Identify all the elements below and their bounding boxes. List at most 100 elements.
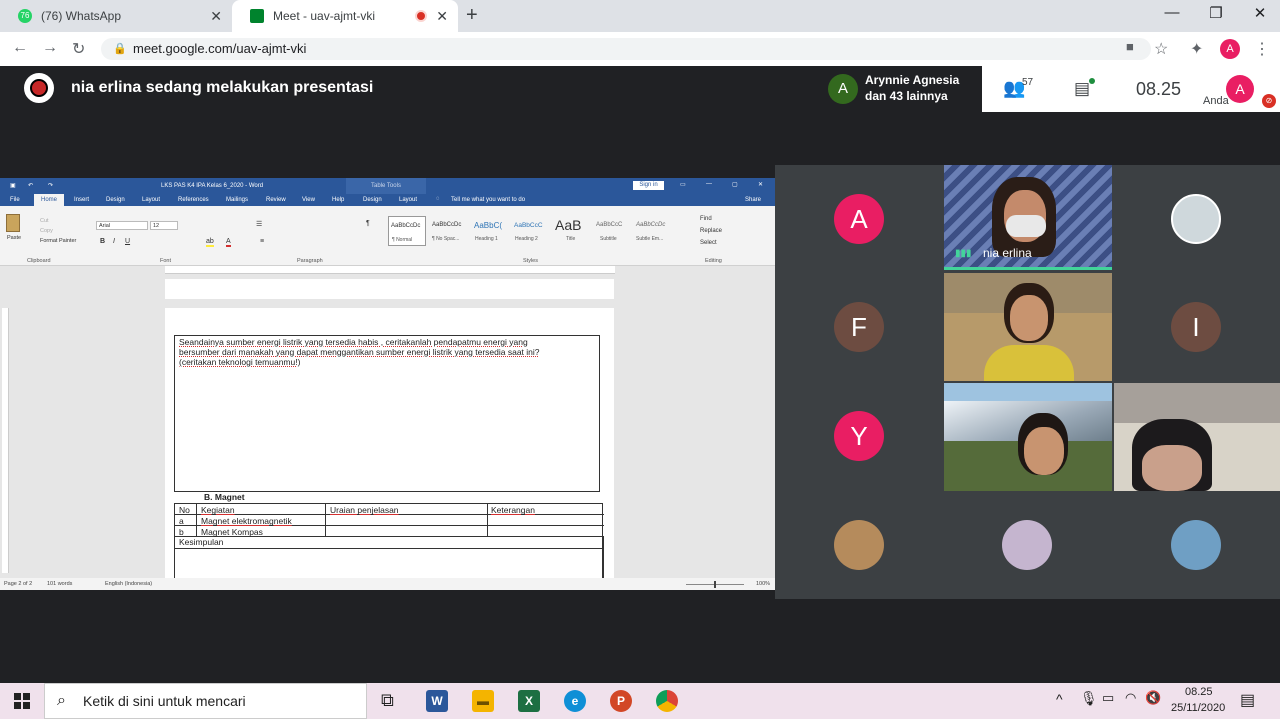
format-painter-button[interactable]: Format Painter [40,238,76,244]
participant-photo[interactable] [1171,194,1221,244]
edge-icon[interactable]: e [564,690,586,712]
tab-table-layout[interactable]: Layout [399,197,417,203]
tab-review[interactable]: Review [266,197,286,203]
maximize-icon[interactable]: ▢ [732,181,738,188]
redo-icon[interactable]: ↷ [48,182,53,189]
restore-button[interactable]: ❐ [1196,4,1236,22]
participant-video[interactable] [944,273,1112,381]
chrome-icon[interactable] [656,690,678,712]
task-view-icon[interactable]: ⧉ [381,690,394,711]
presenter-video[interactable]: ▮▮▮ nia erlina [944,165,1112,270]
battery-icon[interactable]: ▭ [1102,690,1114,706]
magnet-table[interactable]: No Kegiatan Uraian penjelasan Keterangan… [174,503,604,579]
share-button[interactable]: Share [745,197,761,203]
find-button[interactable]: Find [700,216,712,222]
participant-photo[interactable] [1171,520,1221,570]
tab-help[interactable]: Help [332,197,344,203]
undo-icon[interactable]: ↶ [28,182,33,189]
participant-photo[interactable] [834,520,884,570]
participant-photo[interactable] [1002,520,1052,570]
bold-button[interactable]: B [100,238,105,245]
zoom-slider-thumb[interactable] [714,581,716,588]
microphone-icon[interactable]: 🎙 [1080,690,1098,707]
tab-mailings[interactable]: Mailings [226,197,248,203]
page-current[interactable]: Seandainya sumber energi listrik yang te… [165,308,614,579]
style-subtitle[interactable]: AaBbCcC Subtitle [594,216,632,246]
participant-avatar[interactable]: A [834,194,884,244]
excel-icon[interactable]: X [518,690,540,712]
clock-time[interactable]: 08.25 [1185,686,1213,698]
bookmark-star-icon[interactable]: ☆ [1154,39,1168,59]
close-icon[interactable]: ✕ [758,181,763,188]
replace-button[interactable]: Replace [700,228,722,234]
tab-layout[interactable]: Layout [142,197,160,203]
ribbon-display-icon[interactable]: ▭ [680,181,686,188]
start-icon[interactable] [14,693,30,709]
tab-file[interactable]: File [10,197,20,203]
back-icon[interactable]: ← [12,39,28,57]
tab-meet[interactable]: Meet - uav-ajmt-vki ✕ [232,0,458,32]
style-title[interactable]: AaB Title [552,216,590,246]
participant-video[interactable] [944,383,1112,491]
answer-box[interactable]: Seandainya sumber energi listrik yang te… [174,335,600,492]
font-size-select[interactable]: 12 [150,221,178,230]
forward-icon[interactable]: → [42,39,58,57]
powerpoint-icon[interactable]: P [610,690,632,712]
tab-whatsapp[interactable]: 76 (76) WhatsApp ✕ [0,0,232,32]
page-indicator[interactable]: Page 2 of 2 [4,581,32,587]
language[interactable]: English (Indonesia) [105,581,152,587]
cut-button[interactable]: Cut [40,218,49,224]
font-color-button[interactable]: A [226,238,231,247]
reload-icon[interactable]: ↻ [72,39,85,59]
tab-view[interactable]: View [302,197,315,203]
show-formatting-icon[interactable]: ¶ [366,220,370,227]
save-icon[interactable]: ▣ [10,182,16,189]
copy-button[interactable]: Copy [40,228,53,234]
volume-mute-icon[interactable]: 🔇 [1145,690,1161,706]
select-button[interactable]: Select [700,240,717,246]
address-bar[interactable]: 🔒 meet.google.com/uav-ajmt-vki [101,38,1151,60]
zoom-level[interactable]: 100% [756,581,770,587]
close-tab-icon[interactable]: ✕ [436,8,448,25]
participant-video[interactable] [1114,383,1280,491]
style-subtle-emphasis[interactable]: AaBbCcDc Subtle Em... [634,216,674,246]
minimize-button[interactable]: — [1152,4,1192,21]
participant-avatar[interactable]: F [834,302,884,352]
style-no-spacing[interactable]: AaBbCcDc ¶ No Spac... [430,216,470,246]
font-name-select[interactable]: Arial [96,221,148,230]
wifi-icon[interactable]: ◠ [1125,690,1136,706]
style-heading-1[interactable]: AaBbC( Heading 1 [472,216,510,246]
highlight-button[interactable]: ab [206,238,214,247]
italic-button[interactable]: I [113,238,115,245]
tell-me-box[interactable]: Tell me what you want to do [451,197,525,203]
tab-home[interactable]: Home [34,194,64,206]
style-normal[interactable]: AaBbCcDc ¶ Normal [388,216,426,246]
paste-icon[interactable] [6,214,20,232]
extensions-icon[interactable]: ✦ [1190,39,1203,59]
tab-insert[interactable]: Insert [74,197,89,203]
word-icon[interactable]: W [426,690,448,712]
profile-avatar[interactable]: A [1220,39,1240,59]
camera-icon[interactable]: ■ [1126,39,1134,54]
chevron-up-icon[interactable]: ^ [1056,691,1063,707]
close-tab-icon[interactable]: ✕ [210,8,222,25]
close-window-button[interactable]: ✕ [1240,4,1280,22]
participant-avatar[interactable]: I [1171,302,1221,352]
minimize-icon[interactable]: — [706,181,712,187]
tab-table-design[interactable]: Design [363,197,382,203]
tab-design[interactable]: Design [106,197,125,203]
new-tab-button[interactable]: + [466,4,478,27]
notifications-icon[interactable]: ▤ [1240,690,1255,710]
clock-date[interactable]: 25/11/2020 [1171,702,1225,714]
align-left-icon[interactable]: ≡ [260,238,264,245]
participant-avatar[interactable]: Y [834,411,884,461]
taskbar-search[interactable]: ⌕ Ketik di sini untuk mencari [44,683,367,719]
underline-button[interactable]: U [125,238,130,245]
bullets-icon[interactable]: ☰ [256,220,262,228]
file-explorer-icon[interactable]: ▬ [472,690,494,712]
menu-icon[interactable]: ⋮ [1254,39,1270,59]
signin-button[interactable]: Sign in [633,181,664,190]
tab-references[interactable]: References [178,197,209,203]
style-heading-2[interactable]: AaBbCcC Heading 2 [512,216,550,246]
chat-icon[interactable]: ▤ [1074,79,1090,99]
